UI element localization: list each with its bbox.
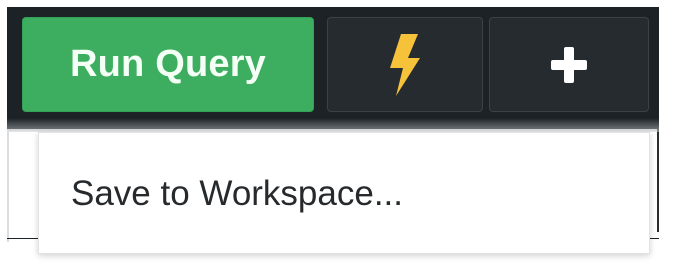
- menu-item-save-to-workspace[interactable]: Save to Workspace...: [39, 159, 649, 229]
- content-divider: [7, 132, 9, 242]
- quick-actions-button[interactable]: [327, 17, 483, 112]
- screen: Run Query Save to Workspace...: [0, 0, 679, 270]
- query-toolbar: Run Query: [7, 7, 659, 129]
- add-dropdown-menu: Save to Workspace...: [38, 132, 650, 254]
- run-query-button[interactable]: Run Query: [22, 17, 314, 112]
- add-button[interactable]: [489, 17, 649, 112]
- plus-icon: [549, 45, 589, 85]
- lightning-bolt-icon: [388, 33, 422, 96]
- toolbar-shadow: [7, 118, 659, 132]
